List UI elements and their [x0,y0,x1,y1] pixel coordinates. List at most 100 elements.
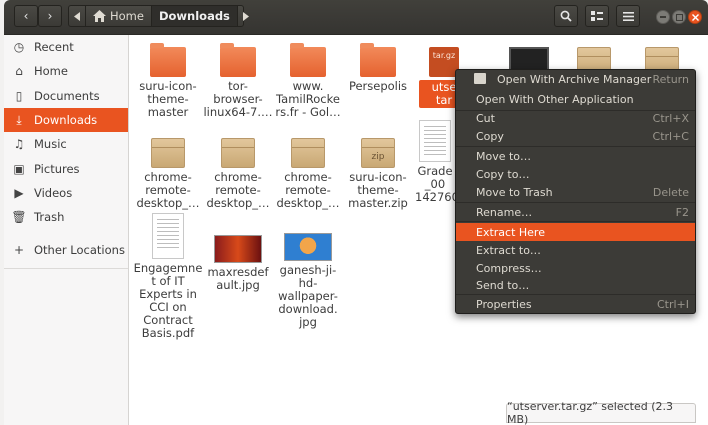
plus-icon: + [13,243,25,257]
menu-item-open-other-app[interactable]: Open With Other Application [456,90,695,108]
video-icon: ▶ [14,186,24,200]
sidebar-item-label: Downloads [34,113,98,127]
file-label: Persepolis [348,79,408,93]
package-icon [221,138,255,168]
menu-item-cut[interactable]: Cut Ctrl+X [456,109,695,127]
menu-item-compress[interactable]: Compress… [456,259,695,277]
file-label: www. TamilRocke rs.fr - Gol… [275,79,341,119]
sidebar-item-documents[interactable]: ▯ Documents [4,84,128,108]
forward-button[interactable]: › [38,5,62,27]
sidebar-item-music[interactable]: ♫ Music [4,132,128,156]
menu-item-extract-to[interactable]: Extract to… [456,241,695,259]
view-toggle-button[interactable] [585,5,609,27]
menu-item-send-to[interactable]: Send to… [456,276,695,294]
file-item[interactable]: Persepolis [343,41,413,93]
menu-item-label: Properties [476,297,532,311]
maximize-button[interactable] [672,10,686,24]
search-button[interactable] [554,5,578,27]
menu-item-label: Rename… [476,205,533,219]
breadcrumb-downloads[interactable]: Downloads [151,6,238,26]
menu-item-label: Copy [476,129,504,143]
file-item[interactable]: Engagemne t of IT Experts in CCI on Cont… [133,213,203,340]
file-item[interactable]: tor- browser- linux64-7.… [203,41,273,119]
triangle-left-icon [74,11,80,21]
file-label: chrome- remote- desktop_… [136,170,200,210]
breadcrumb-home[interactable]: Home [86,6,152,26]
menu-item-label: Move to… [476,149,532,163]
file-label: Grade _00 142760 [415,164,459,204]
menu-item-copy-to[interactable]: Copy to… [456,165,695,183]
file-item[interactable]: suru-icon- theme- master [133,41,203,119]
sidebar-item-downloads[interactable]: ⤓ Downloads [4,108,128,132]
folder-icon [360,43,396,77]
file-item[interactable]: chrome- remote- desktop_… [133,132,203,210]
download-icon: ⤓ [16,112,22,127]
menu-item-label: Open With Other Application [476,92,634,106]
menu-item-move-to[interactable]: Move to… [456,147,695,165]
sidebar-item-pictures[interactable]: ▣ Pictures [4,157,128,181]
file-item[interactable]: maxresdef ault.jpg [203,225,273,292]
breadcrumb-home-label: Home [110,9,144,23]
trash-icon: 🗑 [11,210,27,224]
back-button[interactable]: ‹ [14,5,38,27]
menu-button[interactable] [616,5,640,27]
sidebar-item-videos[interactable]: ▶ Videos [4,181,128,205]
context-menu: Open With Archive Manager Return Open Wi… [455,69,696,314]
menu-item-extract-here[interactable]: Extract Here [456,223,695,241]
file-manager-window: ‹ › Home Downloads ◷ Recent ⌂ Home ▯ Doc… [4,0,708,425]
menu-item-properties[interactable]: Properties Ctrl+I [456,295,695,313]
menu-divider [456,221,695,222]
file-item[interactable]: chrome- remote- desktop_… [203,132,273,210]
left-edge-backdrop [0,0,4,425]
package-icon [291,138,325,168]
breadcrumb-right-arrow[interactable] [238,6,254,26]
file-item[interactable]: chrome- remote- desktop_… [273,132,343,210]
sidebar-item-label: Recent [34,40,74,54]
archive-badge: tar.gz [432,51,456,60]
sidebar-item-label: Music [34,137,67,151]
file-item[interactable]: zip suru-icon- theme- master.zip [343,132,413,210]
menu-item-accel: Return [652,72,689,86]
menu-item-label: Extract to… [476,243,541,257]
zip-badge: zip [371,152,385,162]
menu-item-open-archive-manager[interactable]: Open With Archive Manager Return [456,70,695,88]
document-icon: ▯ [15,89,23,103]
menu-item-move-to-trash[interactable]: Move to Trash Delete [456,183,695,201]
menu-item-rename[interactable]: Rename… F2 [456,203,695,221]
sidebar-item-recent[interactable]: ◷ Recent [4,35,128,59]
sidebar-item-label: Other Locations [34,243,125,257]
menu-item-label: Cut [476,111,495,125]
file-item[interactable]: www. TamilRocke rs.fr - Gol… [273,41,343,119]
menu-item-label: Send to… [476,278,530,292]
chevron-right-icon: › [47,9,53,23]
grid-view-icon [591,11,603,21]
file-label: Engagemne t of IT Experts in CCI on Cont… [133,261,203,340]
sidebar-item-label: Trash [34,210,65,224]
menu-item-label: Open With Archive Manager [497,72,652,86]
folder-icon [150,43,186,77]
sidebar-item-other-locations[interactable]: + Other Locations [4,238,128,262]
clock-icon: ◷ [13,40,25,54]
breadcrumb-left-arrow[interactable] [69,6,86,26]
close-button[interactable] [688,10,702,24]
menu-item-copy[interactable]: Copy Ctrl+C [456,127,695,145]
sidebar-item-label: Documents [34,89,100,103]
file-label: chrome- remote- desktop_… [206,170,270,210]
minimize-button[interactable] [656,10,670,24]
sidebar-item-trash[interactable]: 🗑 Trash [4,205,128,229]
file-label: suru-icon- theme- master.zip [348,170,408,210]
file-label: suru-icon- theme- master [139,79,197,119]
file-label: maxresdef ault.jpg [207,265,269,292]
folder-icon [290,43,326,77]
file-label: chrome- remote- desktop_… [276,170,340,210]
image-thumbnail-icon [284,233,332,261]
file-item[interactable]: ganesh-ji- hd- wallpaper- download. jpg [273,225,343,329]
menu-item-accel: Delete [652,185,689,199]
triangle-right-icon [242,11,249,21]
sidebar-item-home[interactable]: ⌂ Home [4,59,128,83]
zip-icon: zip [361,138,395,168]
status-text: “utserver.tar.gz” selected (2.3 MB) [507,400,674,425]
menu-item-accel: Ctrl+X [652,111,689,125]
file-item[interactable]: Grade _00 142760 [415,120,459,204]
selection-status: “utserver.tar.gz” selected (2.3 MB) [506,400,696,425]
